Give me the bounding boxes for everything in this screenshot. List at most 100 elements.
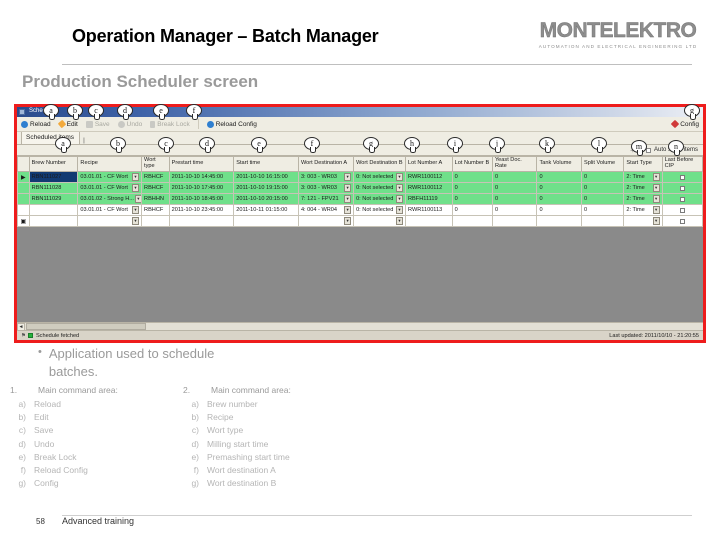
cell-dest-a[interactable]: 4: 004 - WR04 ▼ <box>297 204 355 216</box>
chevron-down-icon[interactable]: ▼ <box>132 173 140 181</box>
cell-recipe[interactable]: ▼ <box>77 215 143 227</box>
auto-scroll-checkbox[interactable] <box>645 147 651 153</box>
cell-prestart-time[interactable]: 2011-10-10 23:45:00 <box>168 204 235 216</box>
cell-split-volume[interactable]: 0 <box>581 182 625 194</box>
cell-lot-b[interactable]: 0 <box>451 204 493 216</box>
row-marker[interactable] <box>17 182 30 194</box>
last-before-cip-checkbox[interactable] <box>679 207 685 213</box>
cell-start-type[interactable]: 2: Time ▼ <box>623 171 663 183</box>
col-prestart-time[interactable]: Prestart time <box>168 156 235 172</box>
cell-brew-number[interactable] <box>28 215 79 227</box>
cell-dest-a[interactable]: 3: 003 - WR03 ▼ <box>297 171 355 183</box>
chevron-down-icon[interactable]: ▼ <box>652 195 660 203</box>
cell-start-type[interactable]: 2: Time ▼ <box>623 193 663 205</box>
table-row[interactable]: RBN111029 03.01.02 - Strong H... ▼ RBHHN … <box>17 193 704 205</box>
chevron-down-icon[interactable]: ▼ <box>344 184 352 192</box>
row-marker[interactable] <box>17 193 30 205</box>
cell-tank-volume[interactable]: 0 <box>536 171 583 183</box>
cell-start-time[interactable] <box>233 215 299 227</box>
cell-lot-b[interactable]: 0 <box>451 182 493 194</box>
row-marker[interactable] <box>17 204 30 216</box>
cell-split-volume[interactable] <box>581 215 625 227</box>
cell-split-volume[interactable]: 0 <box>581 193 625 205</box>
chevron-down-icon[interactable]: ▼ <box>652 173 660 181</box>
chevron-down-icon[interactable]: ▼ <box>134 195 141 203</box>
cell-split-volume[interactable]: 0 <box>581 204 625 216</box>
chevron-down-icon[interactable]: ▼ <box>344 206 352 214</box>
cell-prestart-time[interactable]: 2011-10-10 14:45:00 <box>168 171 235 183</box>
col-last-before-cip[interactable]: Last Before CIP <box>661 156 704 172</box>
cell-wort-type[interactable]: RBHCF <box>141 171 170 183</box>
col-lot-number-b[interactable]: Lot Number B <box>451 156 493 172</box>
cell-last-before-cip[interactable] <box>661 171 704 183</box>
cell-yeast[interactable]: 0 <box>491 204 538 216</box>
col-start-time[interactable]: Start time <box>233 156 299 172</box>
chevron-down-icon[interactable]: ▼ <box>652 217 660 225</box>
cell-start-type[interactable]: 2: Time ▼ <box>623 204 663 216</box>
cell-dest-a[interactable]: ▼ <box>297 215 355 227</box>
cell-recipe[interactable]: 03.01.01 - CF Wort ▼ <box>77 182 143 194</box>
chevron-down-icon[interactable]: ▼ <box>132 206 140 214</box>
row-marker-new[interactable]: ▣ <box>17 215 30 227</box>
cell-brew-number[interactable] <box>28 204 79 216</box>
table-row[interactable]: ▣ ▼ ▼ ▼ ▼ <box>17 215 704 227</box>
cell-dest-b[interactable]: 0: Not selected ▼ <box>353 204 407 216</box>
cell-start-time[interactable]: 2011-10-11 01:15:00 <box>233 204 299 216</box>
undo-button[interactable]: Undo <box>117 120 142 128</box>
col-wort-type[interactable]: Wort type <box>141 156 170 172</box>
cell-yeast[interactable] <box>491 215 538 227</box>
chevron-down-icon[interactable]: ▼ <box>344 217 352 225</box>
cell-wort-type[interactable]: RBHHN <box>141 193 170 205</box>
chevron-down-icon[interactable]: ▼ <box>396 206 404 214</box>
col-brew-number[interactable]: Brew Number <box>28 156 79 172</box>
cell-recipe[interactable]: 03.01.01 - CF Wort ▼ <box>77 171 143 183</box>
cell-brew-number[interactable]: RBN111029 <box>28 193 79 205</box>
cell-tank-volume[interactable] <box>536 215 583 227</box>
cell-start-type[interactable]: ▼ <box>623 215 663 227</box>
last-before-cip-checkbox[interactable] <box>679 196 685 202</box>
cell-wort-type[interactable]: RBHCF <box>141 182 170 194</box>
config-button[interactable]: Config <box>670 119 699 129</box>
table-row[interactable]: RBN111028 03.01.01 - CF Wort ▼ RBHCF 2011… <box>17 182 704 194</box>
cell-prestart-time[interactable]: 2011-10-10 17:45:00 <box>168 182 235 194</box>
chevron-down-icon[interactable]: ▼ <box>132 217 140 225</box>
break-lock-button[interactable]: Break Lock <box>150 120 190 128</box>
cell-lot-a[interactable]: RWR1100112 <box>405 182 453 194</box>
cell-last-before-cip[interactable] <box>661 215 704 227</box>
cell-yeast[interactable]: 0 <box>491 171 538 183</box>
cell-lot-a[interactable]: RBFH11119 <box>405 193 453 205</box>
cell-last-before-cip[interactable] <box>661 204 704 216</box>
edit-button[interactable]: Edit <box>57 119 78 129</box>
chevron-down-icon[interactable]: ▼ <box>652 206 660 214</box>
chevron-down-icon[interactable]: ▼ <box>396 195 404 203</box>
col-lot-number-a[interactable]: Lot Number A <box>405 156 453 172</box>
row-marker[interactable]: ▶ <box>17 171 30 183</box>
col-wort-destination-b[interactable]: Wort Destination B <box>353 156 407 172</box>
cell-recipe[interactable]: 03.01.02 - Strong H... ▼ <box>77 193 143 205</box>
cell-dest-a[interactable]: 3: 003 - WR03 ▼ <box>297 182 355 194</box>
cell-brew-number[interactable]: RBN111028 <box>28 182 79 194</box>
chevron-down-icon[interactable]: ▼ <box>652 184 660 192</box>
cell-dest-b[interactable]: 0: Not selected ▼ <box>353 193 407 205</box>
reload-config-button[interactable]: Reload Config <box>206 120 257 128</box>
chevron-down-icon[interactable]: ▼ <box>344 173 352 181</box>
cell-lot-a[interactable] <box>405 215 453 227</box>
last-before-cip-checkbox[interactable] <box>679 174 685 180</box>
col-recipe[interactable]: Recipe <box>77 156 143 172</box>
cell-lot-b[interactable]: 0 <box>451 171 493 183</box>
last-before-cip-checkbox[interactable] <box>679 218 685 224</box>
cell-lot-a[interactable]: RWR1100112 <box>405 171 453 183</box>
scrollbar-thumb[interactable] <box>26 323 146 330</box>
col-wort-destination-a[interactable]: Wort Destination A <box>297 156 355 172</box>
cell-start-type[interactable]: 2: Time ▼ <box>623 182 663 194</box>
save-button[interactable]: Save <box>85 120 110 128</box>
cell-lot-a[interactable]: RWR1100113 <box>405 204 453 216</box>
cell-dest-b[interactable]: 0: Not selected ▼ <box>353 182 407 194</box>
chevron-down-icon[interactable]: ▼ <box>396 217 404 225</box>
cell-brew-number[interactable]: RBN111027 <box>28 171 79 183</box>
cell-last-before-cip[interactable] <box>661 193 704 205</box>
system-menu-icon[interactable] <box>19 108 25 115</box>
last-before-cip-checkbox[interactable] <box>679 185 685 191</box>
chevron-down-icon[interactable]: ▼ <box>396 184 404 192</box>
horizontal-scrollbar[interactable]: ◄ <box>17 322 703 331</box>
